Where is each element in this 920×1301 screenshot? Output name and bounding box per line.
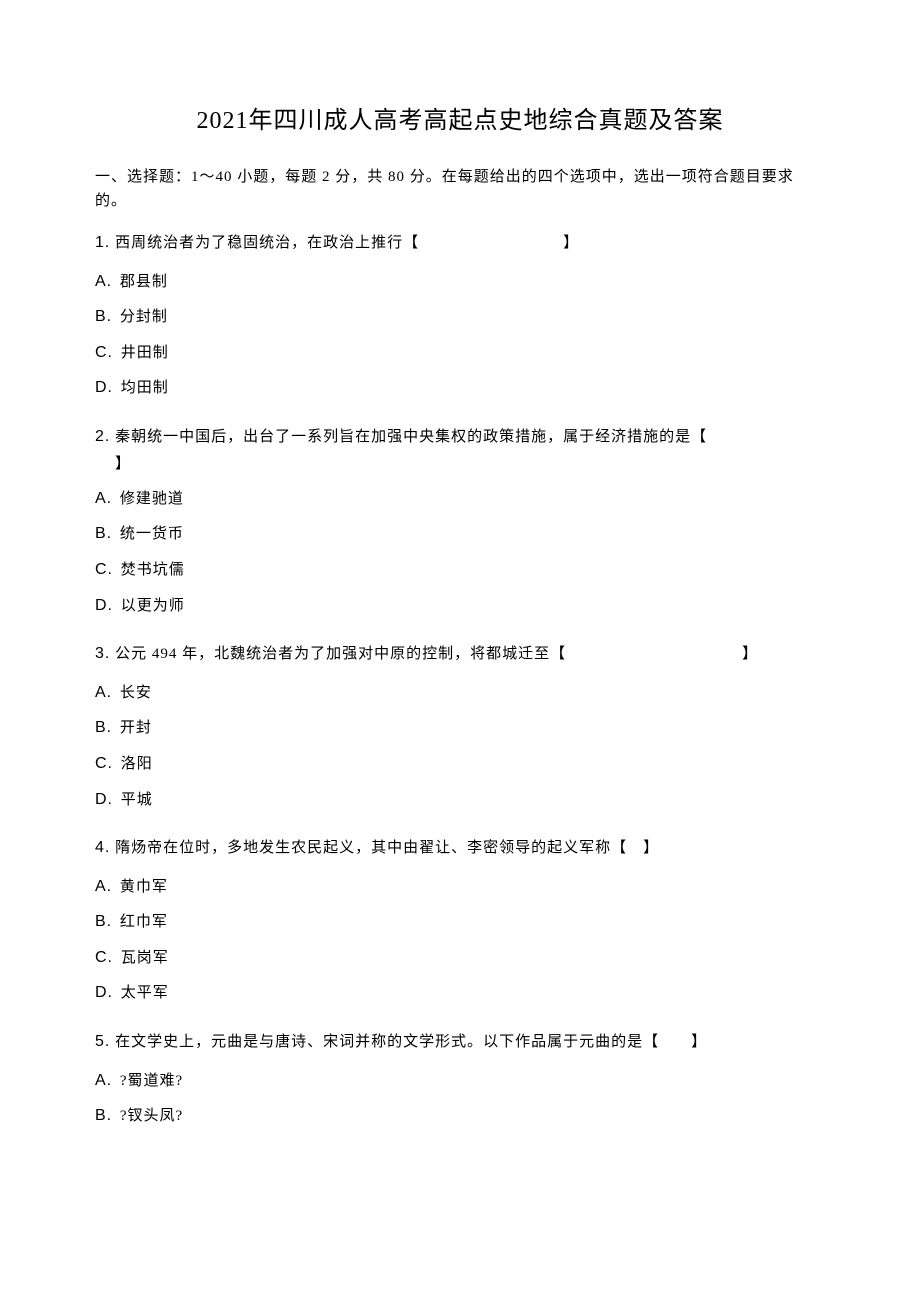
question-1: 1. 西周统治者为了稳固统治，在政治上推行【 】 A. 郡县制 B. 分封制 C…	[95, 229, 825, 401]
question-5: 5. 在文学史上，元曲是与唐诗、宋词并称的文学形式。以下作品属于元曲的是【 】 …	[95, 1028, 825, 1129]
option-letter: B.	[95, 913, 112, 930]
option-text: 开封	[120, 720, 152, 736]
option-a: A. 长安	[95, 680, 825, 706]
option-letter: C.	[95, 344, 113, 361]
question-number: 4.	[95, 839, 110, 856]
question-text: 1. 西周统治者为了稳固统治，在政治上推行【 】	[95, 229, 825, 257]
option-text: 红巾军	[120, 914, 168, 930]
question-body: 在文学史上，元曲是与唐诗、宋词并称的文学形式。以下作品属于元曲的是【 】	[115, 1034, 707, 1050]
question-text: 3. 公元 494 年，北魏统治者为了加强对中原的控制，将都城迁至【 】	[95, 640, 825, 668]
bracket-continuation: 】	[115, 452, 825, 478]
option-d: D. 均田制	[95, 375, 825, 401]
option-text: 黄巾军	[120, 879, 168, 895]
option-text: 洛阳	[121, 756, 153, 772]
option-c: C. 洛阳	[95, 751, 825, 777]
option-text: ?蜀道难?	[120, 1073, 183, 1089]
option-letter: B.	[95, 525, 112, 542]
option-d: D. 以更为师	[95, 593, 825, 619]
bracket-end: 】	[742, 646, 758, 662]
option-text: 平城	[121, 792, 153, 808]
option-letter: A.	[95, 684, 112, 701]
question-body: 隋炀帝在位时，多地发生农民起义，其中由翟让、李密领导的起义军称【 】	[115, 840, 659, 856]
option-b: B. 红巾军	[95, 909, 825, 935]
option-letter: D.	[95, 379, 113, 396]
bracket-end: 】	[563, 235, 579, 251]
option-letter: A.	[95, 273, 112, 290]
option-text: 以更为师	[121, 598, 185, 614]
option-a: A. 郡县制	[95, 269, 825, 295]
section-instructions: 一、选择题：1～40 小题，每题 2 分，共 80 分。在每题给出的四个选项中，…	[95, 165, 825, 213]
option-letter: D.	[95, 984, 113, 1001]
question-4: 4. 隋炀帝在位时，多地发生农民起义，其中由翟让、李密领导的起义军称【 】 A.…	[95, 834, 825, 1006]
page-title: 2021年四川成人高考高起点史地综合真题及答案	[95, 100, 825, 135]
question-text: 2. 秦朝统一中国后，出台了一系列旨在加强中央集权的政策措施，属于经济措施的是【	[95, 423, 825, 451]
option-letter: A.	[95, 1072, 112, 1089]
question-number: 2.	[95, 428, 110, 445]
question-3: 3. 公元 494 年，北魏统治者为了加强对中原的控制，将都城迁至【 】 A. …	[95, 640, 825, 812]
option-text: 均田制	[121, 380, 169, 396]
option-letter: C.	[95, 755, 113, 772]
option-text: 统一货币	[120, 526, 184, 542]
option-text: 焚书坑儒	[121, 562, 185, 578]
option-c: C. 瓦岗军	[95, 945, 825, 971]
option-c: C. 井田制	[95, 340, 825, 366]
option-b: B. 开封	[95, 715, 825, 741]
option-letter: A.	[95, 878, 112, 895]
option-letter: B.	[95, 308, 112, 325]
option-b: B. 统一货币	[95, 521, 825, 547]
option-a: A. 黄巾军	[95, 874, 825, 900]
option-a: A. 修建驰道	[95, 486, 825, 512]
option-letter: A.	[95, 490, 112, 507]
option-d: D. 太平军	[95, 980, 825, 1006]
blank-space	[419, 231, 563, 257]
question-number: 3.	[95, 645, 110, 662]
option-letter: C.	[95, 561, 113, 578]
option-letter: D.	[95, 791, 113, 808]
question-2: 2. 秦朝统一中国后，出台了一系列旨在加强中央集权的政策措施，属于经济措施的是【…	[95, 423, 825, 618]
question-body: 公元 494 年，北魏统治者为了加强对中原的控制，将都城迁至【	[115, 646, 566, 662]
option-letter: D.	[95, 597, 113, 614]
option-d: D. 平城	[95, 787, 825, 813]
question-text: 4. 隋炀帝在位时，多地发生农民起义，其中由翟让、李密领导的起义军称【 】	[95, 834, 825, 862]
question-number: 5.	[95, 1033, 110, 1050]
option-text: 井田制	[121, 345, 169, 361]
blank-space	[566, 642, 742, 668]
option-letter: B.	[95, 719, 112, 736]
option-c: C. 焚书坑儒	[95, 557, 825, 583]
option-a: A. ?蜀道难?	[95, 1068, 825, 1094]
option-text: 长安	[120, 685, 152, 701]
question-body: 西周统治者为了稳固统治，在政治上推行【	[115, 235, 419, 251]
option-b: B. ?钗头凤?	[95, 1103, 825, 1129]
option-text: 郡县制	[120, 274, 168, 290]
question-body: 秦朝统一中国后，出台了一系列旨在加强中央集权的政策措施，属于经济措施的是【	[115, 429, 707, 445]
question-number: 1.	[95, 234, 110, 251]
option-b: B. 分封制	[95, 304, 825, 330]
question-text: 5. 在文学史上，元曲是与唐诗、宋词并称的文学形式。以下作品属于元曲的是【 】	[95, 1028, 825, 1056]
option-text: 太平军	[121, 985, 169, 1001]
option-text: 分封制	[120, 309, 168, 325]
option-text: 瓦岗军	[121, 950, 169, 966]
option-letter: B.	[95, 1107, 112, 1124]
option-text: 修建驰道	[120, 491, 184, 507]
option-text: ?钗头凤?	[120, 1108, 183, 1124]
option-letter: C.	[95, 949, 113, 966]
